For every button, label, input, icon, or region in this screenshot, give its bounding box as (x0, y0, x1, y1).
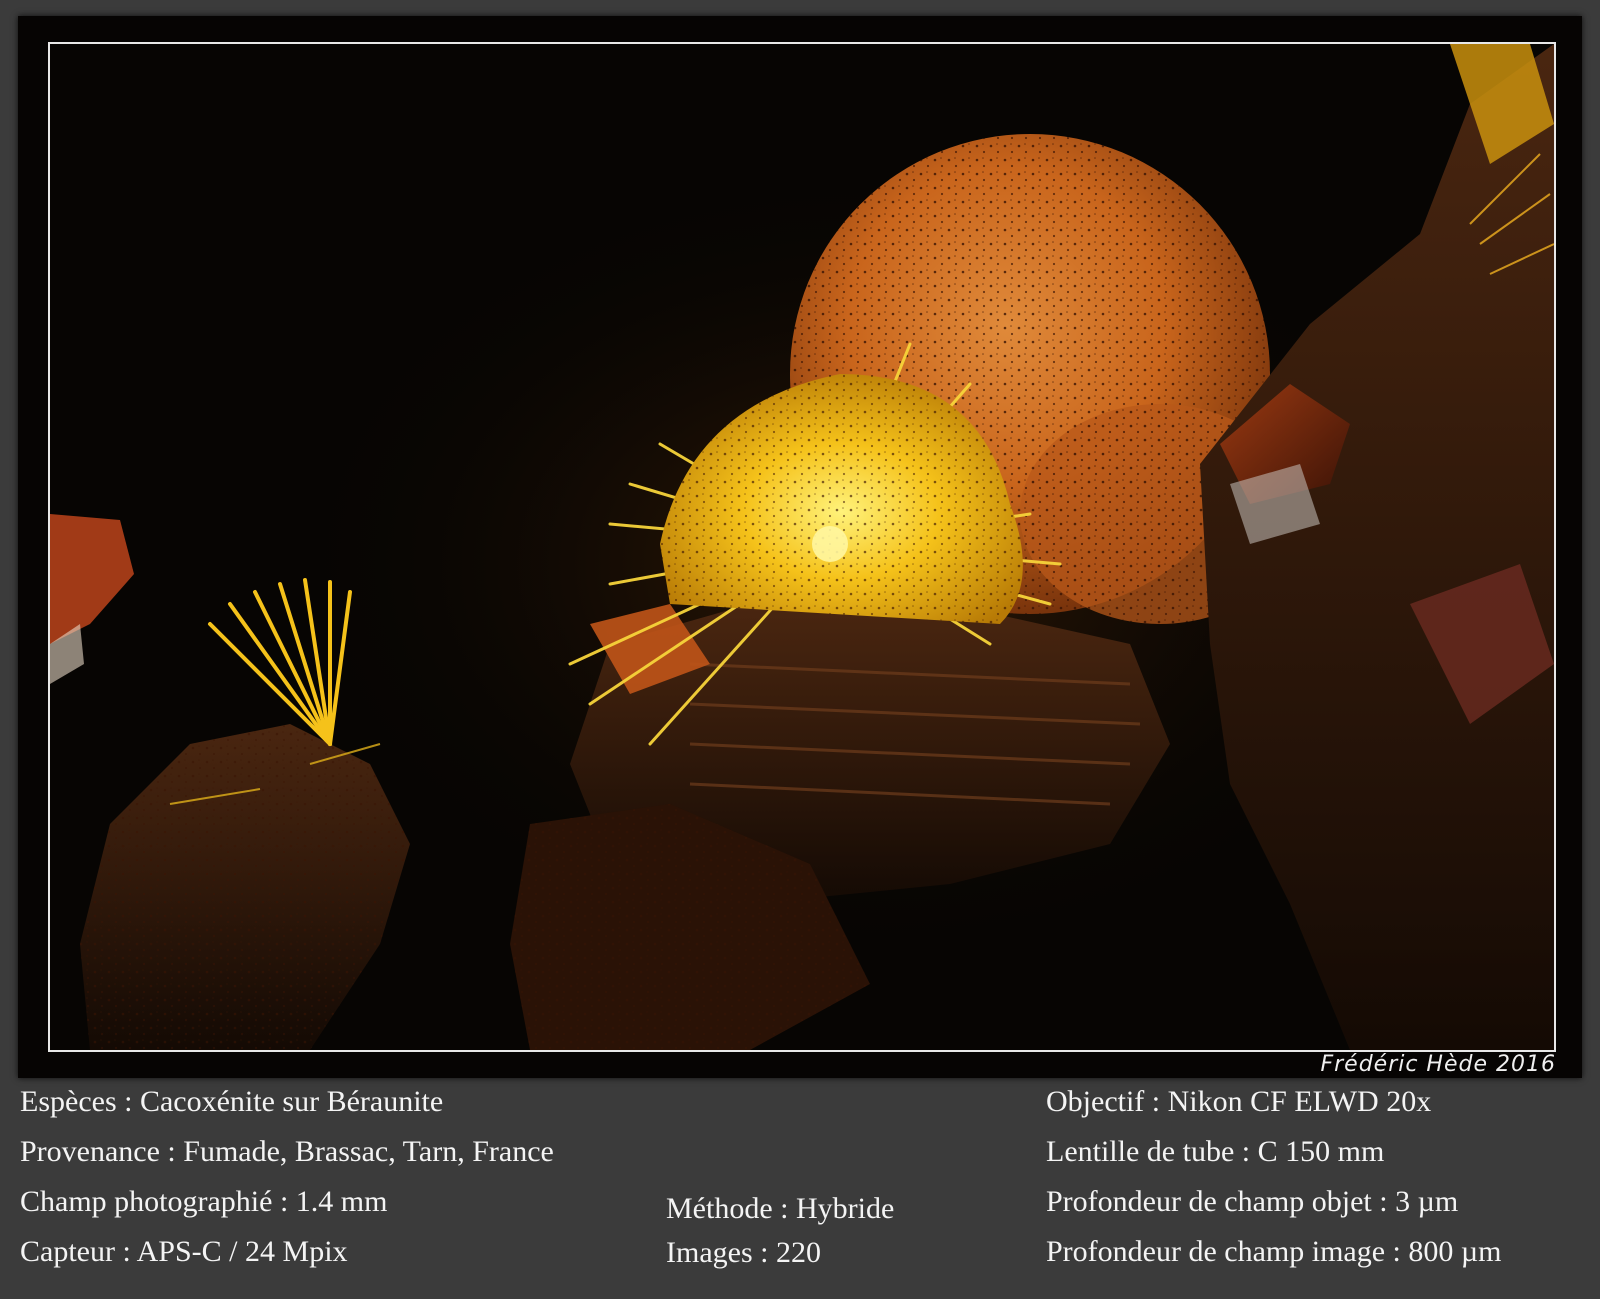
info-tube-lens: Lentille de tube : C 150 mm (1046, 1135, 1385, 1168)
mineral-photo (48, 42, 1556, 1052)
info-sensor: Capteur : APS-C / 24 Mpix (20, 1235, 348, 1268)
info-field-of-view: Champ photographié : 1.4 mm (20, 1185, 388, 1218)
info-objective: Objectif : Nikon CF ELWD 20x (1046, 1085, 1432, 1118)
info-object-depth-of-field: Profondeur de champ objet : 3 µm (1046, 1185, 1459, 1218)
info-images: Images : 220 (666, 1236, 821, 1269)
info-method: Méthode : Hybride (666, 1192, 895, 1225)
info-image-depth-of-field: Profondeur de champ image : 800 µm (1046, 1235, 1502, 1268)
info-species: Espèces : Cacoxénite sur Béraunite (20, 1085, 444, 1118)
photographer-signature: Frédéric Hède 2016 (1320, 1052, 1556, 1077)
info-provenance: Provenance : Fumade, Brassac, Tarn, Fran… (20, 1135, 554, 1168)
mineral-photo-illustration (50, 44, 1554, 1050)
